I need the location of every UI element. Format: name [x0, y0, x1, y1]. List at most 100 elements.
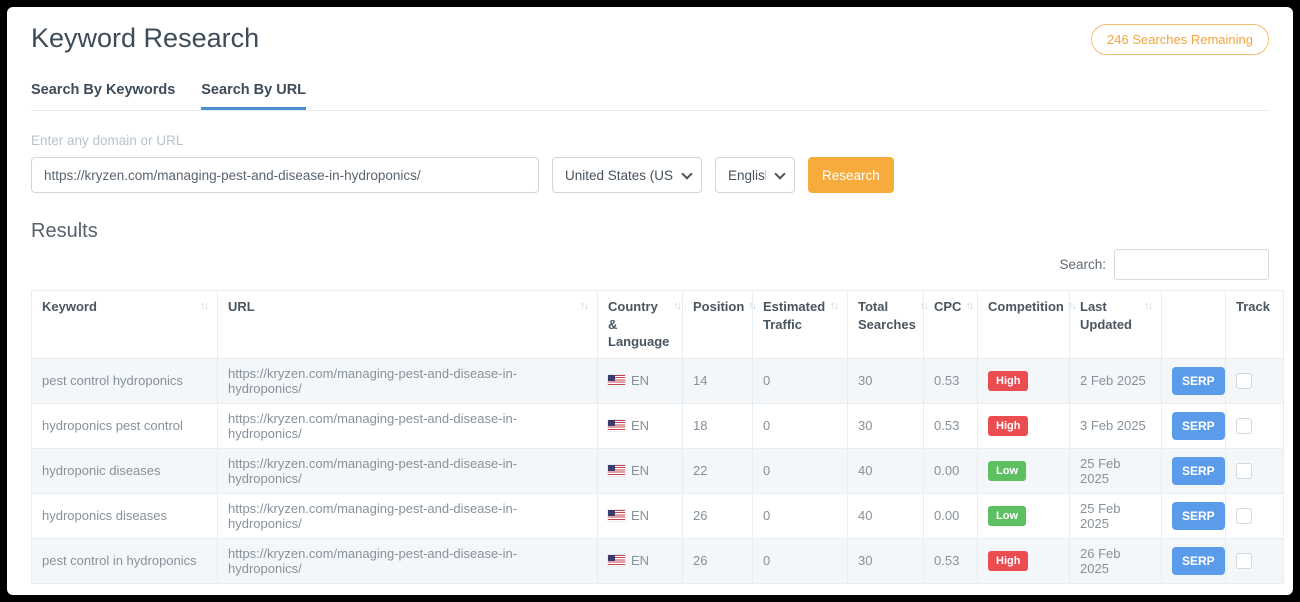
country-language-cell: EN: [598, 358, 683, 403]
serp-cell: SERP: [1162, 358, 1226, 403]
table-search-row: Search:: [31, 249, 1269, 280]
track-cell: [1226, 403, 1284, 448]
serp-cell: SERP: [1162, 448, 1226, 493]
table-row: pest control hydroponics https://kryzen.…: [32, 358, 1284, 403]
serp-cell: SERP: [1162, 538, 1226, 583]
last-updated-cell: 26 Feb 2025: [1070, 538, 1162, 583]
track-checkbox[interactable]: [1236, 463, 1252, 479]
sort-icon[interactable]: ↑↓: [920, 299, 927, 333]
competition-cell: High: [978, 358, 1070, 403]
last-updated-cell: 2 Feb 2025: [1070, 358, 1162, 403]
estimated-traffic-cell: 0: [753, 403, 848, 448]
serp-button[interactable]: SERP: [1172, 412, 1225, 440]
keyword-cell: hydroponics diseases: [32, 493, 218, 538]
column-header: ↑↓: [1162, 291, 1226, 359]
table-row: hydroponic diseases https://kryzen.com/m…: [32, 448, 1284, 493]
url-input[interactable]: [31, 157, 539, 193]
track-checkbox[interactable]: [1236, 508, 1252, 524]
tab-bar: Search By Keywords Search By URL: [31, 82, 1269, 111]
table-search-input[interactable]: [1114, 249, 1269, 280]
total-searches-cell: 30: [848, 538, 924, 583]
column-header[interactable]: Competition ↑↓: [978, 291, 1070, 359]
column-header-label: CPC: [934, 298, 961, 316]
searches-remaining-badge[interactable]: 246 Searches Remaining: [1091, 24, 1269, 55]
competition-cell: High: [978, 538, 1070, 583]
country-select[interactable]: United States (US): [552, 157, 702, 193]
column-header-label: Position: [693, 298, 744, 316]
column-header[interactable]: URL ↑↓: [218, 291, 598, 359]
cpc-cell: 0.53: [924, 538, 978, 583]
us-flag-icon: [608, 465, 625, 476]
track-cell: [1226, 448, 1284, 493]
us-flag-icon: [608, 510, 625, 521]
column-header[interactable]: Estimated Traffic ↑↓: [753, 291, 848, 359]
track-checkbox[interactable]: [1236, 373, 1252, 389]
column-header-label: Keyword: [42, 298, 97, 316]
serp-button[interactable]: SERP: [1172, 367, 1225, 395]
competition-cell: High: [978, 403, 1070, 448]
column-header[interactable]: Position ↑↓: [683, 291, 753, 359]
country-language-cell: EN: [598, 538, 683, 583]
sort-icon[interactable]: ↑↓: [965, 299, 972, 316]
column-header-label: Estimated Traffic: [763, 298, 826, 333]
column-header-label: Total Searches: [858, 298, 916, 333]
column-header-label: URL: [228, 298, 255, 316]
column-header[interactable]: Total Searches ↑↓: [848, 291, 924, 359]
column-header-label: Last Updated: [1080, 298, 1140, 333]
column-header[interactable]: CPC ↑↓: [924, 291, 978, 359]
column-header[interactable]: Keyword ↑↓: [32, 291, 218, 359]
research-button[interactable]: Research: [808, 157, 894, 193]
keyword-cell: pest control hydroponics: [32, 358, 218, 403]
serp-cell: SERP: [1162, 403, 1226, 448]
sort-icon[interactable]: ↑↓: [1068, 299, 1075, 316]
column-header[interactable]: Last Updated ↑↓: [1070, 291, 1162, 359]
country-language-cell: EN: [598, 493, 683, 538]
url-cell: https://kryzen.com/managing-pest-and-dis…: [218, 493, 598, 538]
search-form: United States (US) English Research: [31, 157, 1269, 193]
track-checkbox[interactable]: [1236, 553, 1252, 569]
sort-icon[interactable]: ↑↓: [580, 299, 587, 316]
column-header-label: Country & Language: [608, 298, 669, 351]
estimated-traffic-cell: 0: [753, 538, 848, 583]
total-searches-cell: 40: [848, 493, 924, 538]
keyword-cell: pest control in hydroponics: [32, 538, 218, 583]
competition-badge: High: [988, 551, 1028, 571]
track-cell: [1226, 493, 1284, 538]
estimated-traffic-cell: 0: [753, 448, 848, 493]
serp-button[interactable]: SERP: [1172, 502, 1225, 530]
table-header: Keyword ↑↓ URL ↑↓ Country & Language ↑↓ …: [32, 291, 1284, 359]
column-header-label: Track: [1236, 298, 1270, 316]
us-flag-icon: [608, 375, 625, 386]
position-cell: 26: [683, 538, 753, 583]
sort-icon[interactable]: ↑↓: [1144, 299, 1151, 333]
language-select[interactable]: English: [715, 157, 795, 193]
position-cell: 26: [683, 493, 753, 538]
track-checkbox[interactable]: [1236, 418, 1252, 434]
position-cell: 14: [683, 358, 753, 403]
serp-button[interactable]: SERP: [1172, 547, 1225, 575]
last-updated-cell: 3 Feb 2025: [1070, 403, 1162, 448]
url-field-label: Enter any domain or URL: [31, 133, 1269, 148]
url-cell: https://kryzen.com/managing-pest-and-dis…: [218, 448, 598, 493]
url-cell: https://kryzen.com/managing-pest-and-dis…: [218, 403, 598, 448]
competition-badge: High: [988, 371, 1028, 391]
url-cell: https://kryzen.com/managing-pest-and-dis…: [218, 538, 598, 583]
competition-badge: Low: [988, 506, 1026, 526]
competition-badge: Low: [988, 461, 1026, 481]
tab-search-by-keywords[interactable]: Search By Keywords: [31, 82, 175, 110]
tab-search-by-url[interactable]: Search By URL: [201, 82, 306, 110]
language-code: EN: [631, 553, 649, 568]
serp-button[interactable]: SERP: [1172, 457, 1225, 485]
cpc-cell: 0.00: [924, 448, 978, 493]
keyword-cell: hydroponic diseases: [32, 448, 218, 493]
table-search-label: Search:: [1059, 257, 1106, 272]
cpc-cell: 0.00: [924, 493, 978, 538]
sort-icon[interactable]: ↑↓: [673, 299, 680, 351]
sort-icon[interactable]: ↑↓: [200, 299, 207, 316]
country-select-wrap: United States (US): [552, 157, 702, 193]
language-code: EN: [631, 463, 649, 478]
position-cell: 18: [683, 403, 753, 448]
sort-icon[interactable]: ↑↓: [830, 299, 837, 333]
column-header[interactable]: Country & Language ↑↓: [598, 291, 683, 359]
sort-icon[interactable]: ↑↓: [748, 299, 755, 316]
